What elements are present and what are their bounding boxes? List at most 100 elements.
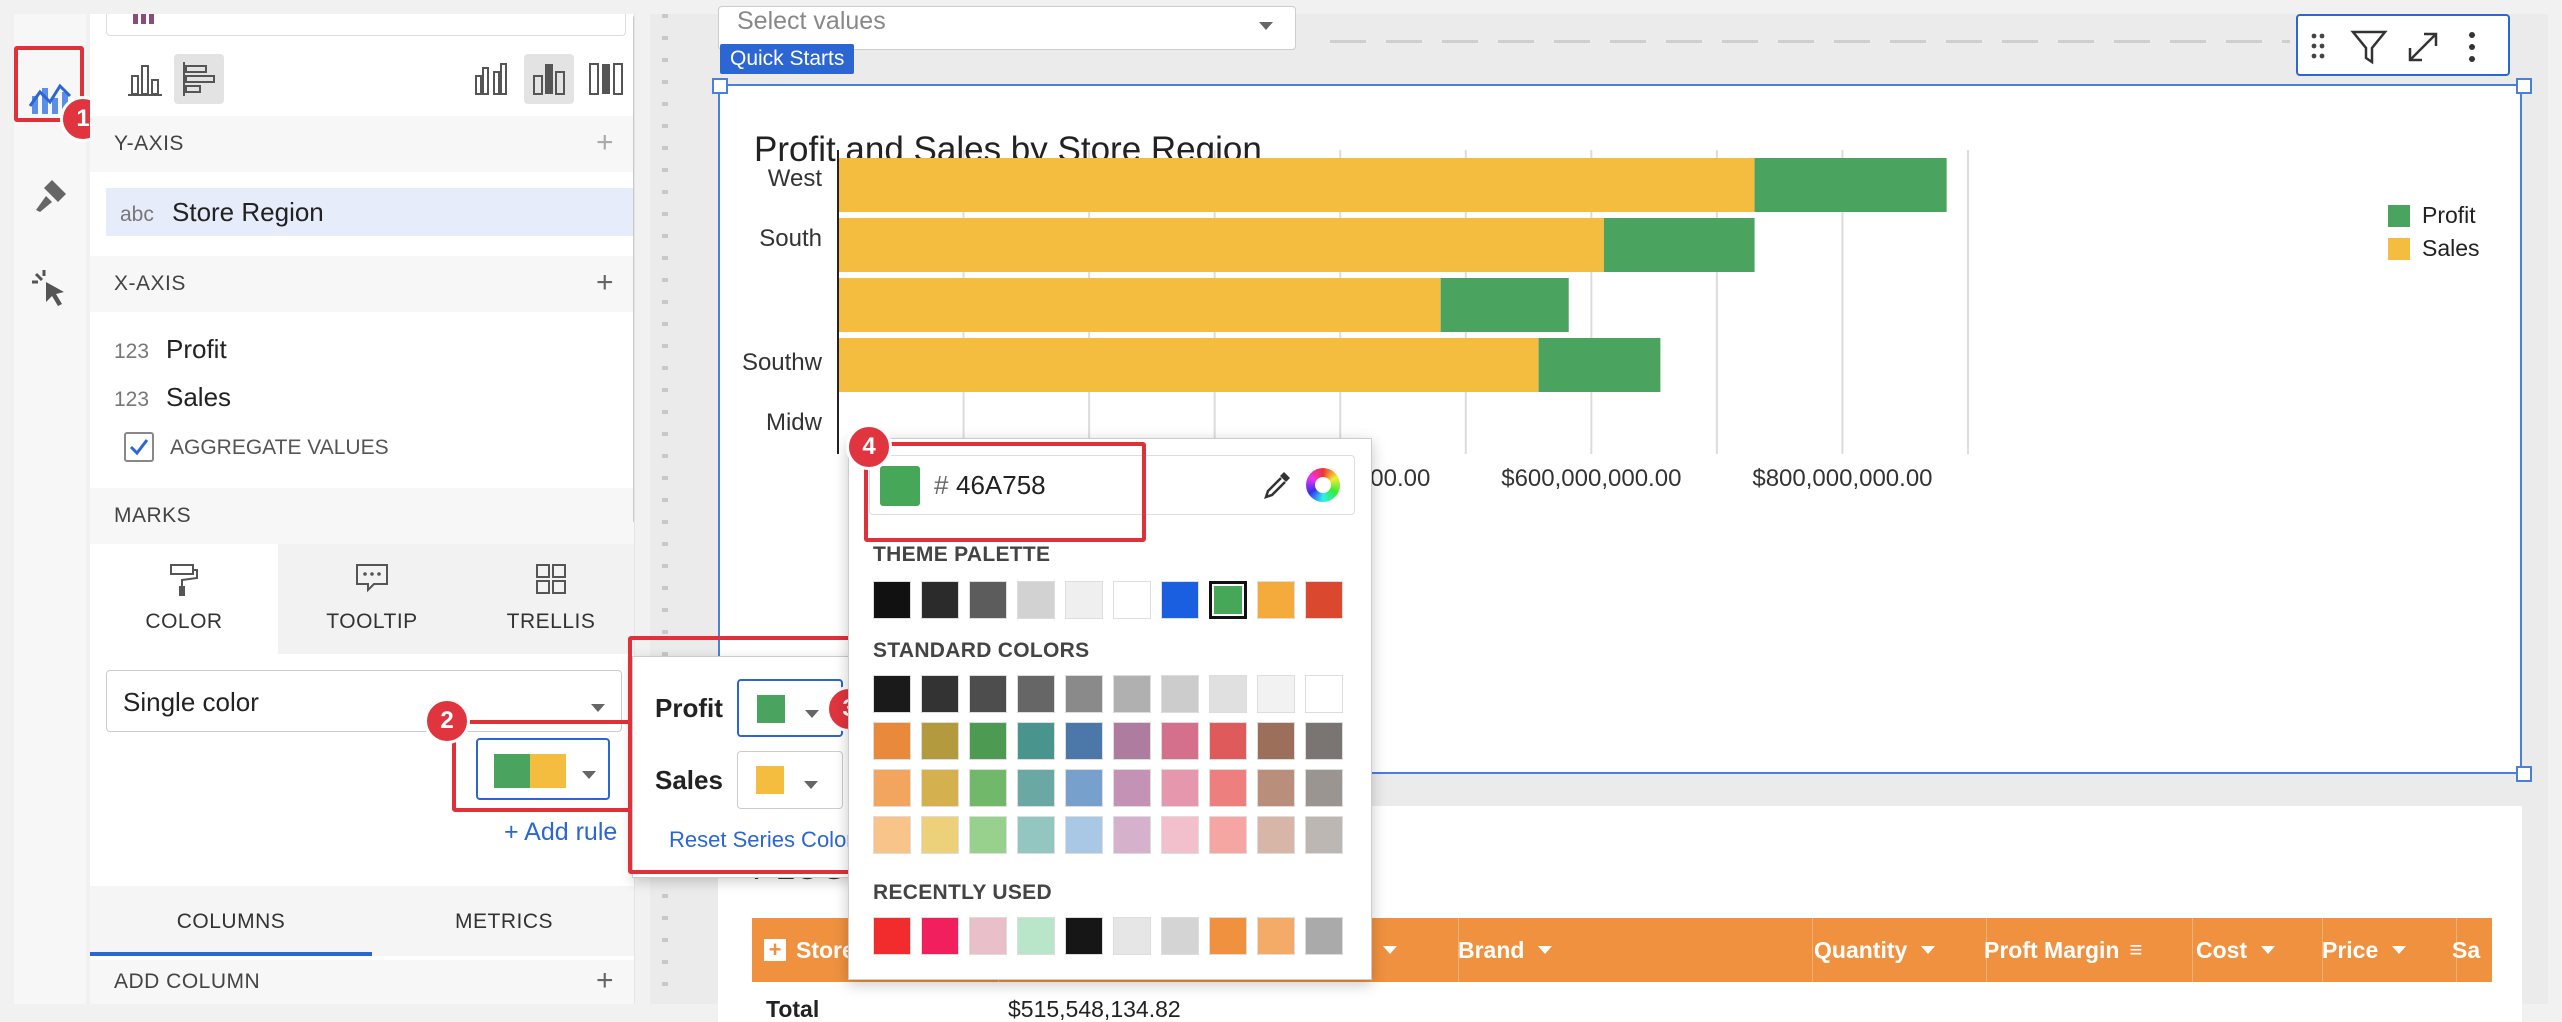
standard-color-swatch[interactable] [921,816,959,854]
standard-color-swatch[interactable] [1065,675,1103,713]
standard-color-swatch[interactable] [1017,816,1055,854]
standard-color-swatch[interactable] [1257,769,1295,807]
col-header-price[interactable]: Price [2304,918,2457,982]
standard-color-swatch[interactable] [921,769,959,807]
recent-color-swatch[interactable] [1113,917,1151,955]
standard-color-swatch[interactable] [1257,722,1295,760]
color-wheel-icon[interactable] [1306,468,1340,502]
theme-color-swatch[interactable] [969,581,1007,619]
filter-icon[interactable] [2350,28,2388,71]
standard-color-swatch[interactable] [1065,722,1103,760]
sort-icon[interactable]: ≡ [2129,937,2142,963]
bar-sales[interactable] [838,338,1539,392]
standard-color-swatch[interactable] [1113,816,1151,854]
expand-icon[interactable]: + [764,937,786,962]
col-header-proft-margin[interactable]: Proft Margin ≡ [1970,918,2193,982]
vertical-bars-icon[interactable] [120,54,168,102]
standard-color-swatch[interactable] [1017,722,1055,760]
panel-scrollbar[interactable] [633,14,634,524]
more-options-icon[interactable] [2464,28,2480,71]
col-header-brand[interactable]: Brand [1444,918,1813,982]
theme-color-swatch[interactable] [1017,581,1055,619]
standard-color-swatch[interactable] [1161,816,1199,854]
recent-color-swatch[interactable] [873,917,911,955]
standard-color-swatch[interactable] [1017,675,1055,713]
standard-color-swatch[interactable] [873,816,911,854]
tab-color[interactable]: COLOR [90,544,279,654]
bar-profit[interactable] [1538,338,1661,392]
legend-item-sales[interactable]: Sales [2388,235,2480,262]
standard-color-swatch[interactable] [1113,769,1151,807]
yaxis-field-store-region[interactable]: abc Store Region [106,188,634,236]
eyedropper-icon[interactable] [1260,468,1294,507]
standard-color-swatch[interactable] [1257,675,1295,713]
theme-color-swatch[interactable] [921,581,959,619]
bar-sales[interactable] [838,218,1604,272]
recent-color-swatch[interactable] [1209,917,1247,955]
theme-color-swatch[interactable] [1209,581,1247,619]
percent-bars-icon[interactable] [582,54,630,102]
standard-color-swatch[interactable] [969,675,1007,713]
resize-handle[interactable] [2516,78,2532,94]
yaxis-add-icon[interactable]: + [596,128,614,158]
standard-color-swatch[interactable] [1161,675,1199,713]
actions-cursor-icon[interactable] [26,264,74,312]
tab-metrics[interactable]: METRICS [372,886,634,956]
standard-color-swatch[interactable] [921,675,959,713]
recent-color-swatch[interactable] [1017,917,1055,955]
standard-color-swatch[interactable] [1209,722,1247,760]
resize-handle[interactable] [712,78,728,94]
tab-columns[interactable]: COLUMNS [90,886,372,956]
standard-color-swatch[interactable] [1209,769,1247,807]
standard-color-swatch[interactable] [969,816,1007,854]
drag-handle-icon[interactable] [2310,30,2326,67]
legend-item-profit[interactable]: Profit [2388,202,2480,229]
standard-color-swatch[interactable] [1017,769,1055,807]
bar-sales[interactable] [838,158,1755,212]
theme-color-swatch[interactable] [1161,581,1199,619]
bar-profit[interactable] [1754,158,1947,212]
standard-color-swatch[interactable] [1305,816,1343,854]
standard-color-swatch[interactable] [1161,722,1199,760]
standard-color-swatch[interactable] [1113,722,1151,760]
tab-tooltip[interactable]: TOOLTIP [278,544,467,654]
standard-color-swatch[interactable] [1209,816,1247,854]
standard-color-swatch[interactable] [1257,816,1295,854]
bar-sales[interactable] [838,278,1441,332]
stacked-bars-icon[interactable] [524,54,574,104]
theme-color-swatch[interactable] [1305,581,1343,619]
standard-color-swatch[interactable] [1305,769,1343,807]
standard-color-swatch[interactable] [969,722,1007,760]
xaxis-field-sales[interactable]: 123 Sales [114,382,231,413]
xaxis-field-profit[interactable]: 123 Profit [114,334,227,365]
standard-color-swatch[interactable] [873,675,911,713]
standard-color-swatch[interactable] [1305,722,1343,760]
standard-color-swatch[interactable] [1065,816,1103,854]
standard-color-swatch[interactable] [1209,675,1247,713]
recent-color-swatch[interactable] [1065,917,1103,955]
grouped-bars-icon[interactable] [468,54,516,102]
standard-color-swatch[interactable] [1305,675,1343,713]
theme-color-swatch[interactable] [1257,581,1295,619]
quick-starts-tag[interactable]: Quick Starts [720,44,855,74]
aggregate-checkbox[interactable] [124,432,154,462]
recent-color-swatch[interactable] [969,917,1007,955]
tab-trellis[interactable]: TRELLIS [466,544,634,654]
recent-color-swatch[interactable] [1161,917,1199,955]
chart-type-selector[interactable] [106,14,626,36]
standard-color-swatch[interactable] [873,769,911,807]
recent-color-swatch[interactable] [921,917,959,955]
col-header-cost[interactable]: Cost [2178,918,2323,982]
bar-profit[interactable] [1603,218,1755,272]
theme-color-swatch[interactable] [1113,581,1151,619]
expand-icon[interactable] [2404,28,2442,71]
standard-color-swatch[interactable] [873,722,911,760]
standard-color-swatch[interactable] [1113,675,1151,713]
recent-color-swatch[interactable] [1305,917,1343,955]
bar-profit[interactable] [1440,278,1569,332]
standard-color-swatch[interactable] [969,769,1007,807]
add-column-icon[interactable]: + [596,966,614,996]
recent-color-swatch[interactable] [1257,917,1295,955]
horizontal-bars-icon[interactable] [174,54,224,104]
theme-color-swatch[interactable] [1065,581,1103,619]
